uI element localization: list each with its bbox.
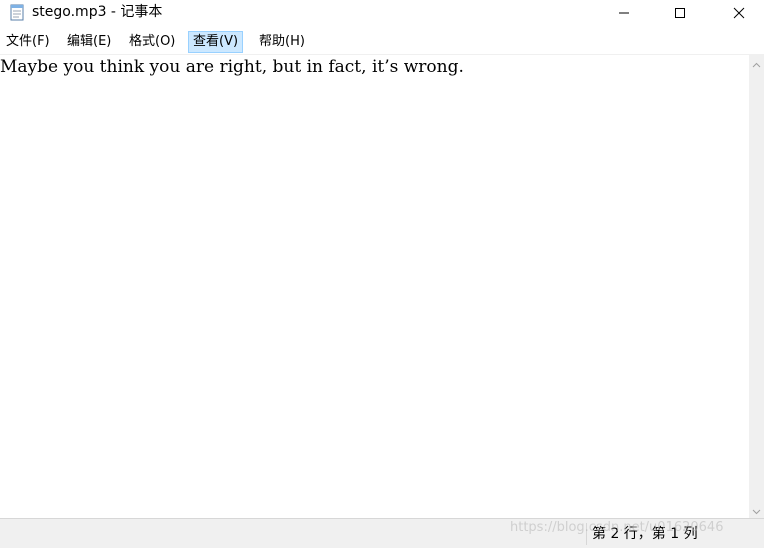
menu-help[interactable]: 帮助(H) xyxy=(255,31,309,53)
chevron-up-icon xyxy=(752,53,761,72)
scroll-down-button[interactable] xyxy=(749,501,764,518)
window-title: stego.mp3 - 记事本 xyxy=(32,4,163,20)
chevron-down-icon xyxy=(752,500,761,519)
minimize-button[interactable] xyxy=(601,0,647,26)
menu-view[interactable]: 查看(V) xyxy=(188,31,244,53)
close-icon xyxy=(733,4,745,23)
maximize-button[interactable] xyxy=(657,0,703,26)
minimize-icon xyxy=(618,4,630,23)
notepad-icon xyxy=(8,3,26,21)
title-bar[interactable]: stego.mp3 - 记事本 xyxy=(0,0,764,26)
vertical-scrollbar[interactable] xyxy=(749,54,764,518)
watermark: https://blog.csdn.net/u01620646 xyxy=(510,520,724,535)
menu-edit[interactable]: 编辑(E) xyxy=(63,31,115,53)
notepad-window: stego.mp3 - 记事本 文件(F) 编辑(E) 格式(O) 查看(V) xyxy=(0,0,764,548)
menu-bar: 文件(F) 编辑(E) 格式(O) 查看(V) 帮助(H) xyxy=(0,30,764,54)
scroll-up-button[interactable] xyxy=(749,54,764,71)
menu-file[interactable]: 文件(F) xyxy=(2,31,54,53)
menu-format[interactable]: 格式(O) xyxy=(125,31,179,53)
text-editor-area[interactable]: Maybe you think you are right, but in fa… xyxy=(0,54,749,519)
maximize-icon xyxy=(674,4,686,23)
editor-content[interactable]: Maybe you think you are right, but in fa… xyxy=(0,57,464,77)
close-button[interactable] xyxy=(716,0,762,26)
